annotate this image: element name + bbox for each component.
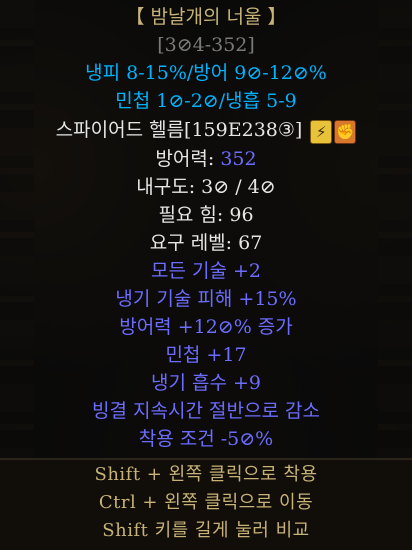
- mod-requirements: 착용 조건 -5⊘%: [138, 428, 274, 450]
- durability: 내구도: 3⊘ / 4⊘: [136, 176, 276, 198]
- magic-bonus-line-2: 민첩 1⊘-2⊘/냉흡 5-9: [115, 90, 297, 112]
- magic-bonus-line-1: 냉피 8-15%/방어 9⊘-12⊘%: [85, 62, 327, 84]
- defense-label: 방어력:: [155, 148, 221, 170]
- mod-cold-absorb: 냉기 흡수 +9: [150, 372, 261, 394]
- item-base-range: [3⊘4-352]: [157, 34, 255, 56]
- mod-dexterity: 민첩 +17: [165, 344, 247, 366]
- required-strength: 필요 힘: 96: [158, 204, 254, 226]
- command-shift-compare: Shift 키를 길게 눌러 비교: [102, 520, 310, 541]
- item-type-icons: ⚡ ✊: [308, 118, 357, 144]
- item-base-type: 스파이어드 헬름[159E238③]: [55, 119, 303, 141]
- defense-row: 방어력: 352: [0, 146, 412, 172]
- item-base-type-row: 스파이어드 헬름[159E238③] ⚡ ✊: [0, 117, 412, 144]
- lightning-icon: ⚡: [310, 120, 333, 144]
- command-divider: [0, 458, 412, 460]
- item-name: 【 밤날개의 너울 】: [125, 6, 287, 28]
- fist-icon: ✊: [334, 120, 357, 144]
- mod-half-freeze: 빙결 지속시간 절반으로 감소: [92, 400, 320, 422]
- required-level: 요구 레벨: 67: [149, 232, 263, 254]
- mod-enhanced-defense: 방어력 +12⊘% 증가: [119, 316, 293, 338]
- mod-cold-skill-damage: 냉기 기술 피해 +15%: [115, 288, 297, 310]
- command-ctrl-move: Ctrl + 왼쪽 클릭으로 이동: [98, 492, 314, 513]
- command-shift-equip: Shift + 왼쪽 클릭으로 착용: [94, 464, 318, 485]
- defense-value: 352: [220, 148, 257, 170]
- mod-all-skills: 모든 기술 +2: [150, 260, 261, 282]
